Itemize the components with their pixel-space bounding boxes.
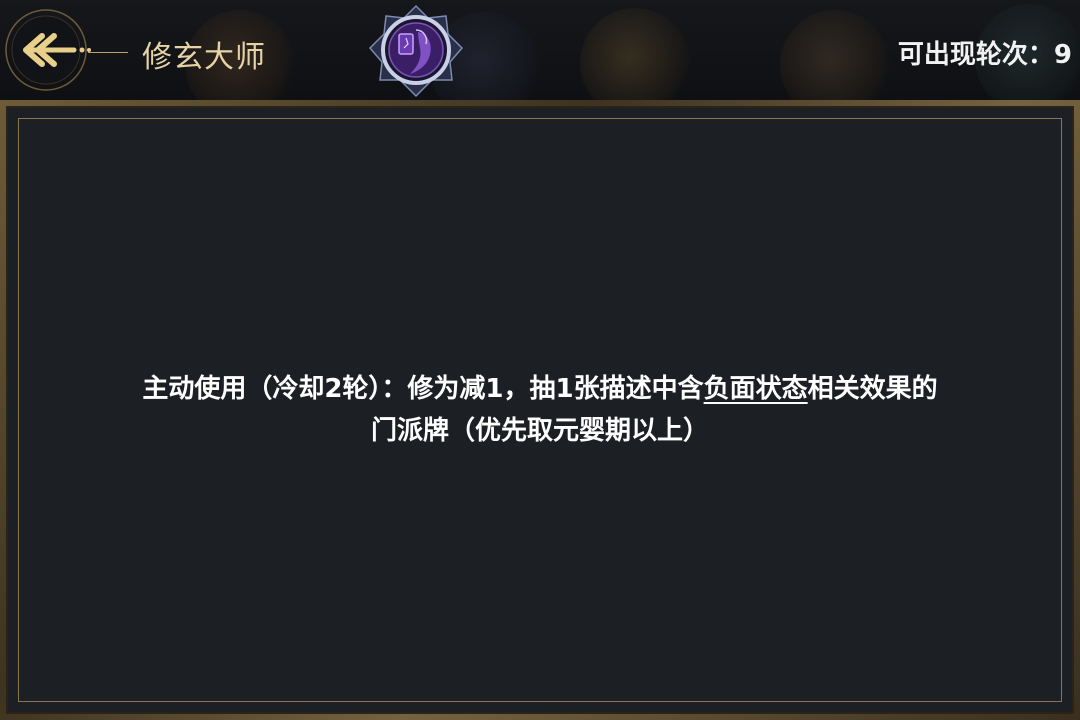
background-card-icon [780,10,890,100]
page-title: 修玄大师 [142,40,266,75]
card-description: 主动使用（冷却2轮）：修为减1，抽1张描述中含负面状态相关效果的 门派牌（优先取… [80,368,1000,452]
description-panel-inner: 主动使用（冷却2轮）：修为减1，抽1张描述中含负面状态相关效果的 门派牌（优先取… [18,118,1062,702]
description-text: 主动使用（冷却2轮）：修为减1，抽1张描述中含 [142,374,704,404]
rounds-value: 9 [1053,40,1072,70]
title-divider [88,52,128,53]
top-bar: 修玄大师 可出现轮次：9 [0,0,1080,100]
description-panel-frame: 主动使用（冷却2轮）：修为减1，抽1张描述中含负面状态相关效果的 门派牌（优先取… [0,100,1080,720]
back-arrow-icon [5,9,91,91]
sect-emblem-icon [368,4,464,98]
rounds-label: 可出现轮次： [897,40,1054,70]
description-panel: 主动使用（冷却2轮）：修为减1，抽1张描述中含负面状态相关效果的 门派牌（优先取… [6,106,1074,714]
rounds-indicator: 可出现轮次：9 [898,34,1072,71]
negative-status-keyword[interactable]: 负面状态 [704,374,808,404]
description-text: 相关效果的 [807,374,938,404]
back-button[interactable] [2,6,94,94]
description-text: 门派牌（优先取元婴期以上） [370,416,709,446]
sect-emblem[interactable] [366,4,466,100]
background-card-icon [580,8,690,100]
game-screen: 修玄大师 可出现轮次：9 主动使用（冷却2轮）：修为减1，抽1张描述中含负面状态… [0,0,1080,720]
